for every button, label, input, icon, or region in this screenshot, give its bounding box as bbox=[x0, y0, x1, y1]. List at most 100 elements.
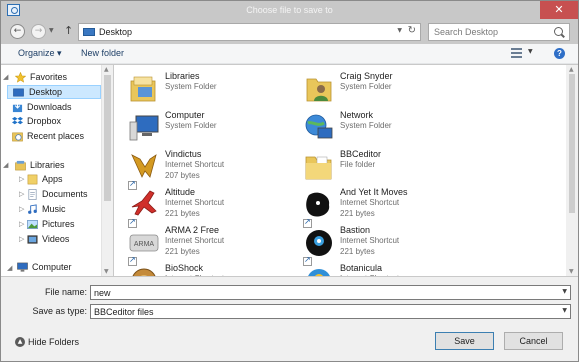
scroll-down-icon[interactable]: ▼ bbox=[569, 268, 574, 275]
address-bar[interactable]: Desktop ▼ ↻ bbox=[78, 23, 421, 41]
file-item-botanicula[interactable]: Botanicula Internet Shortcut bbox=[303, 263, 478, 276]
downloads-icon bbox=[12, 102, 23, 113]
file-type: System Folder bbox=[340, 121, 392, 130]
apps-icon bbox=[27, 174, 38, 185]
file-item-bioshock[interactable]: BioShock Internet Shortcut bbox=[128, 263, 303, 276]
file-name-field[interactable]: new ▼ bbox=[90, 285, 571, 300]
file-name-value[interactable]: new bbox=[94, 288, 111, 298]
file-type: Internet Shortcut bbox=[165, 160, 225, 169]
file-list-scroll-thumb[interactable] bbox=[569, 74, 575, 213]
refresh-icon[interactable]: ↻ bbox=[408, 25, 416, 36]
file-type: File folder bbox=[340, 160, 376, 169]
nav-computer-label: Computer bbox=[32, 262, 72, 272]
libraries-collapse-icon[interactable]: ◢ bbox=[3, 161, 8, 169]
scroll-up-icon[interactable]: ▲ bbox=[104, 66, 109, 73]
file-item-craig-snyder[interactable]: Craig Snyder System Folder bbox=[303, 71, 478, 109]
nav-desktop[interactable]: Desktop bbox=[7, 85, 101, 99]
apps-expand-icon[interactable]: ▷ bbox=[19, 175, 24, 183]
dropbox-icon bbox=[12, 116, 23, 125]
dialog-footer: ▲ Hide Folders Save Cancel bbox=[1, 324, 578, 361]
nav-downloads[interactable]: Downloads bbox=[12, 101, 100, 115]
folder-icon bbox=[305, 156, 332, 180]
file-type: System Folder bbox=[165, 121, 217, 130]
file-item-arma-2-free[interactable]: ARMA ARMA 2 Free Internet Shortcut 221 b… bbox=[128, 225, 303, 266]
nav-videos-label: Videos bbox=[42, 234, 70, 244]
file-type: System Folder bbox=[340, 82, 392, 91]
file-name: Bastion bbox=[340, 225, 371, 235]
up-button[interactable]: ↑ bbox=[64, 24, 73, 37]
nav-recent-places[interactable]: Recent places bbox=[12, 130, 100, 144]
search-icon[interactable] bbox=[554, 27, 563, 36]
nav-documents[interactable]: Documents bbox=[27, 188, 100, 202]
favorites-collapse-icon[interactable]: ◢ bbox=[3, 73, 8, 81]
file-name-dropdown-icon[interactable]: ▼ bbox=[562, 288, 567, 295]
file-size: 221 bytes bbox=[165, 209, 200, 218]
navigation-scrollbar[interactable]: ▲ ▼ bbox=[101, 65, 113, 276]
file-list-scrollbar[interactable]: ▲ ▼ bbox=[566, 65, 578, 276]
address-path[interactable]: Desktop bbox=[99, 27, 132, 37]
videos-expand-icon[interactable]: ▷ bbox=[19, 235, 24, 243]
view-options-icon[interactable] bbox=[511, 48, 522, 58]
file-item-bbceditor[interactable]: BBCeditor File folder bbox=[303, 149, 478, 187]
documents-expand-icon[interactable]: ▷ bbox=[19, 190, 24, 198]
file-type: Internet Shortcut bbox=[340, 236, 400, 245]
nav-dropbox[interactable]: Dropbox bbox=[12, 115, 100, 129]
music-icon bbox=[28, 204, 37, 214]
scroll-up-icon[interactable]: ▲ bbox=[569, 66, 574, 73]
file-item-bastion[interactable]: Bastion Internet Shortcut 221 bytes bbox=[303, 225, 478, 266]
file-name: Libraries bbox=[165, 71, 200, 81]
nav-videos[interactable]: Videos bbox=[27, 233, 100, 247]
new-folder-button[interactable]: New folder bbox=[81, 48, 124, 58]
close-button[interactable]: ✕ bbox=[540, 1, 578, 19]
nav-pictures[interactable]: Pictures bbox=[27, 218, 100, 232]
nav-favorites[interactable]: Favorites bbox=[15, 71, 100, 85]
file-item-altitude[interactable]: Altitude Internet Shortcut 221 bytes bbox=[128, 187, 303, 228]
nav-desktop-label: Desktop bbox=[29, 87, 63, 97]
nav-music-label: Music bbox=[42, 204, 66, 214]
file-size: 221 bytes bbox=[165, 247, 200, 256]
nav-music[interactable]: Music bbox=[27, 203, 100, 217]
window-title: Choose file to save to bbox=[246, 5, 333, 15]
nav-documents-label: Documents bbox=[42, 189, 88, 199]
organize-button[interactable]: Organize ▾ bbox=[18, 48, 62, 59]
desktop-icon bbox=[13, 88, 24, 97]
desktop-folder-icon bbox=[83, 28, 95, 36]
recent-places-icon bbox=[12, 132, 23, 142]
view-options-dropdown-icon[interactable]: ▼ bbox=[528, 48, 533, 55]
navigation-scroll-thumb[interactable] bbox=[104, 75, 111, 201]
computer-expand-icon[interactable]: ◢ bbox=[7, 264, 12, 272]
nav-computer[interactable]: Computer bbox=[17, 261, 100, 275]
command-bar: Organize ▾ New folder ▼ ? bbox=[1, 44, 578, 64]
file-item-network[interactable]: Network System Folder bbox=[303, 110, 478, 148]
nav-libraries[interactable]: Libraries bbox=[15, 159, 100, 173]
file-item-libraries[interactable]: Libraries System Folder bbox=[128, 71, 303, 109]
address-dropdown-icon[interactable]: ▼ bbox=[397, 27, 402, 34]
address-row: ← → ▼ ↑ Desktop ▼ ↻ Search Desktop bbox=[1, 20, 578, 44]
hide-folders-label[interactable]: Hide Folders bbox=[28, 337, 79, 347]
save-as-type-select[interactable]: BBCeditor files ▼ bbox=[90, 304, 571, 319]
search-input[interactable]: Search Desktop bbox=[428, 23, 570, 41]
recent-locations-dropdown[interactable]: ▼ bbox=[49, 27, 54, 34]
cancel-button[interactable]: Cancel bbox=[504, 332, 563, 350]
file-type: System Folder bbox=[165, 82, 217, 91]
file-name: ARMA 2 Free bbox=[165, 225, 220, 235]
file-item-vindictus[interactable]: Vindictus Internet Shortcut 207 bytes bbox=[128, 149, 303, 190]
scroll-down-icon[interactable]: ▼ bbox=[104, 268, 109, 275]
file-item-and-yet-it-moves[interactable]: And Yet It Moves Internet Shortcut 221 b… bbox=[303, 187, 478, 228]
pictures-expand-icon[interactable]: ▷ bbox=[19, 220, 24, 228]
music-expand-icon[interactable]: ▷ bbox=[19, 205, 24, 213]
file-type: Internet Shortcut bbox=[165, 236, 225, 245]
save-as-type-dropdown-icon[interactable]: ▼ bbox=[562, 307, 567, 314]
nav-apps[interactable]: Apps bbox=[27, 173, 100, 187]
nav-apps-label: Apps bbox=[42, 174, 63, 184]
back-button[interactable]: ← bbox=[10, 24, 25, 39]
file-name: BioShock bbox=[165, 263, 204, 273]
collapse-up-icon[interactable]: ▲ bbox=[15, 337, 25, 347]
forward-button[interactable]: → bbox=[31, 24, 46, 39]
save-button[interactable]: Save bbox=[435, 332, 494, 350]
help-button[interactable]: ? bbox=[554, 48, 565, 59]
file-size: 221 bytes bbox=[340, 209, 375, 218]
file-name: Network bbox=[340, 110, 374, 120]
file-item-computer[interactable]: Computer System Folder bbox=[128, 110, 303, 148]
file-name: And Yet It Moves bbox=[340, 187, 408, 197]
